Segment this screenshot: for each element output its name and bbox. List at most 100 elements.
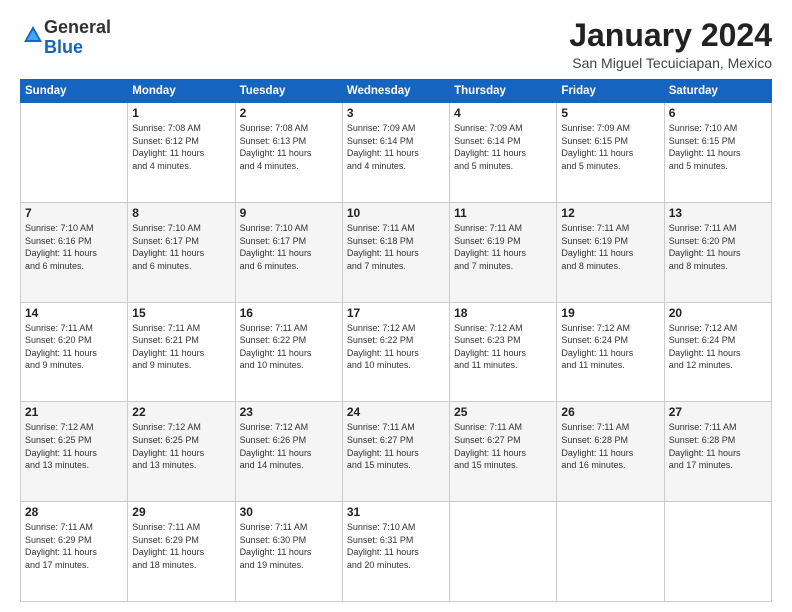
day-number: 21 [25, 405, 123, 419]
day-info: Sunrise: 7:11 AM Sunset: 6:29 PM Dayligh… [132, 521, 230, 571]
day-info: Sunrise: 7:12 AM Sunset: 6:24 PM Dayligh… [561, 322, 659, 372]
day-number: 30 [240, 505, 338, 519]
day-number: 9 [240, 206, 338, 220]
day-info: Sunrise: 7:11 AM Sunset: 6:19 PM Dayligh… [561, 222, 659, 272]
weekday-header-saturday: Saturday [664, 80, 771, 103]
day-number: 28 [25, 505, 123, 519]
calendar-cell: 8 Sunrise: 7:10 AM Sunset: 6:17 PM Daylig… [128, 202, 235, 302]
calendar-cell: 16 Sunrise: 7:11 AM Sunset: 6:22 PM Dayli… [235, 302, 342, 402]
day-number: 18 [454, 306, 552, 320]
weekday-header-friday: Friday [557, 80, 664, 103]
day-number: 10 [347, 206, 445, 220]
weekday-header-thursday: Thursday [450, 80, 557, 103]
day-number: 8 [132, 206, 230, 220]
day-info: Sunrise: 7:09 AM Sunset: 6:14 PM Dayligh… [347, 122, 445, 172]
calendar-table: SundayMondayTuesdayWednesdayThursdayFrid… [20, 79, 772, 602]
day-number: 11 [454, 206, 552, 220]
day-info: Sunrise: 7:09 AM Sunset: 6:15 PM Dayligh… [561, 122, 659, 172]
logo: General Blue [20, 18, 111, 58]
day-info: Sunrise: 7:10 AM Sunset: 6:17 PM Dayligh… [132, 222, 230, 272]
day-number: 2 [240, 106, 338, 120]
calendar-cell: 17 Sunrise: 7:12 AM Sunset: 6:22 PM Dayli… [342, 302, 449, 402]
day-number: 20 [669, 306, 767, 320]
day-info: Sunrise: 7:10 AM Sunset: 6:31 PM Dayligh… [347, 521, 445, 571]
day-number: 29 [132, 505, 230, 519]
day-number: 7 [25, 206, 123, 220]
weekday-header-monday: Monday [128, 80, 235, 103]
calendar-cell: 2 Sunrise: 7:08 AM Sunset: 6:13 PM Daylig… [235, 103, 342, 203]
calendar-cell: 25 Sunrise: 7:11 AM Sunset: 6:27 PM Dayli… [450, 402, 557, 502]
day-info: Sunrise: 7:11 AM Sunset: 6:18 PM Dayligh… [347, 222, 445, 272]
calendar-cell: 27 Sunrise: 7:11 AM Sunset: 6:28 PM Dayli… [664, 402, 771, 502]
day-number: 22 [132, 405, 230, 419]
day-info: Sunrise: 7:09 AM Sunset: 6:14 PM Dayligh… [454, 122, 552, 172]
calendar-cell: 23 Sunrise: 7:12 AM Sunset: 6:26 PM Dayli… [235, 402, 342, 502]
day-number: 15 [132, 306, 230, 320]
day-number: 27 [669, 405, 767, 419]
day-number: 19 [561, 306, 659, 320]
day-number: 6 [669, 106, 767, 120]
calendar-cell: 24Sunrise: 7:11 AM Sunset: 6:27 PM Dayli… [342, 402, 449, 502]
day-info: Sunrise: 7:11 AM Sunset: 6:30 PM Dayligh… [240, 521, 338, 571]
calendar-cell: 7 Sunrise: 7:10 AM Sunset: 6:16 PM Daylig… [21, 202, 128, 302]
calendar-cell [557, 502, 664, 602]
calendar-cell: 21Sunrise: 7:12 AM Sunset: 6:25 PM Dayli… [21, 402, 128, 502]
day-info: Sunrise: 7:08 AM Sunset: 6:12 PM Dayligh… [132, 122, 230, 172]
calendar-cell [450, 502, 557, 602]
day-info: Sunrise: 7:10 AM Sunset: 6:16 PM Dayligh… [25, 222, 123, 272]
calendar-cell: 9 Sunrise: 7:10 AM Sunset: 6:17 PM Daylig… [235, 202, 342, 302]
day-info: Sunrise: 7:12 AM Sunset: 6:22 PM Dayligh… [347, 322, 445, 372]
day-number: 3 [347, 106, 445, 120]
day-info: Sunrise: 7:12 AM Sunset: 6:25 PM Dayligh… [132, 421, 230, 471]
day-info: Sunrise: 7:11 AM Sunset: 6:22 PM Dayligh… [240, 322, 338, 372]
title-block: January 2024 San Miguel Tecuiciapan, Mex… [569, 18, 772, 71]
day-number: 5 [561, 106, 659, 120]
calendar-week-5: 28 Sunrise: 7:11 AM Sunset: 6:29 PM Dayli… [21, 502, 772, 602]
day-info: Sunrise: 7:11 AM Sunset: 6:21 PM Dayligh… [132, 322, 230, 372]
day-info: Sunrise: 7:11 AM Sunset: 6:20 PM Dayligh… [25, 322, 123, 372]
calendar-cell: 12 Sunrise: 7:11 AM Sunset: 6:19 PM Dayli… [557, 202, 664, 302]
weekday-header-tuesday: Tuesday [235, 80, 342, 103]
weekday-header-row: SundayMondayTuesdayWednesdayThursdayFrid… [21, 80, 772, 103]
day-number: 13 [669, 206, 767, 220]
day-info: Sunrise: 7:11 AM Sunset: 6:19 PM Dayligh… [454, 222, 552, 272]
logo-icon [22, 24, 44, 46]
calendar-cell: 11 Sunrise: 7:11 AM Sunset: 6:19 PM Dayli… [450, 202, 557, 302]
day-number: 17 [347, 306, 445, 320]
day-info: Sunrise: 7:12 AM Sunset: 6:26 PM Dayligh… [240, 421, 338, 471]
logo-blue: Blue [44, 37, 83, 57]
day-info: Sunrise: 7:12 AM Sunset: 6:24 PM Dayligh… [669, 322, 767, 372]
day-number: 14 [25, 306, 123, 320]
calendar-cell: 29 Sunrise: 7:11 AM Sunset: 6:29 PM Dayli… [128, 502, 235, 602]
day-info: Sunrise: 7:11 AM Sunset: 6:29 PM Dayligh… [25, 521, 123, 571]
logo-text: General Blue [44, 18, 111, 58]
weekday-header-wednesday: Wednesday [342, 80, 449, 103]
month-title: January 2024 [569, 18, 772, 53]
calendar-cell: 3 Sunrise: 7:09 AM Sunset: 6:14 PM Daylig… [342, 103, 449, 203]
day-number: 25 [454, 405, 552, 419]
day-info: Sunrise: 7:11 AM Sunset: 6:27 PM Dayligh… [454, 421, 552, 471]
calendar-cell: 13Sunrise: 7:11 AM Sunset: 6:20 PM Dayli… [664, 202, 771, 302]
calendar-week-2: 7 Sunrise: 7:10 AM Sunset: 6:16 PM Daylig… [21, 202, 772, 302]
calendar-week-3: 14 Sunrise: 7:11 AM Sunset: 6:20 PM Dayli… [21, 302, 772, 402]
calendar-cell: 30 Sunrise: 7:11 AM Sunset: 6:30 PM Dayli… [235, 502, 342, 602]
calendar-cell: 1 Sunrise: 7:08 AM Sunset: 6:12 PM Daylig… [128, 103, 235, 203]
day-number: 16 [240, 306, 338, 320]
logo-general: General [44, 17, 111, 37]
day-info: Sunrise: 7:08 AM Sunset: 6:13 PM Dayligh… [240, 122, 338, 172]
day-number: 12 [561, 206, 659, 220]
day-info: Sunrise: 7:11 AM Sunset: 6:27 PM Dayligh… [347, 421, 445, 471]
location-title: San Miguel Tecuiciapan, Mexico [569, 55, 772, 71]
day-info: Sunrise: 7:11 AM Sunset: 6:28 PM Dayligh… [669, 421, 767, 471]
calendar-cell: 18Sunrise: 7:12 AM Sunset: 6:23 PM Dayli… [450, 302, 557, 402]
header: General Blue January 2024 San Miguel Tec… [20, 18, 772, 71]
calendar-cell [664, 502, 771, 602]
day-number: 23 [240, 405, 338, 419]
calendar-cell: 19 Sunrise: 7:12 AM Sunset: 6:24 PM Dayli… [557, 302, 664, 402]
day-info: Sunrise: 7:10 AM Sunset: 6:17 PM Dayligh… [240, 222, 338, 272]
day-number: 31 [347, 505, 445, 519]
day-number: 1 [132, 106, 230, 120]
calendar-week-1: 1 Sunrise: 7:08 AM Sunset: 6:12 PM Daylig… [21, 103, 772, 203]
calendar-cell: 10 Sunrise: 7:11 AM Sunset: 6:18 PM Dayli… [342, 202, 449, 302]
calendar-cell: 4Sunrise: 7:09 AM Sunset: 6:14 PM Daylig… [450, 103, 557, 203]
